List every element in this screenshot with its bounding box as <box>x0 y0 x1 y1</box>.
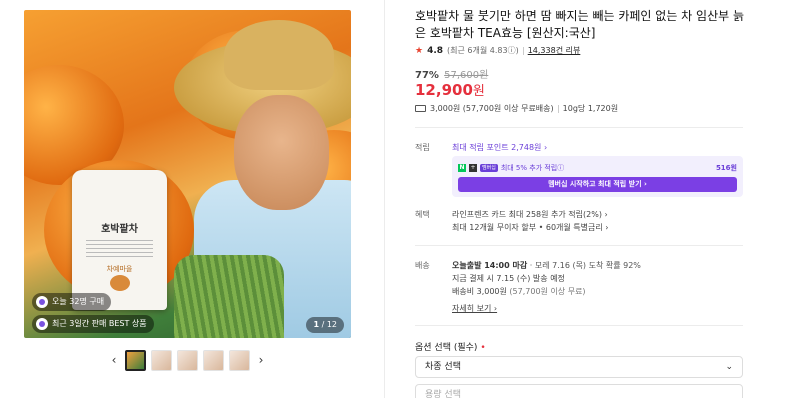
section-divider <box>415 325 743 326</box>
rating-recent[interactable]: (최근 6개월 4.83ⓘ) <box>447 45 519 56</box>
today-dispatch-cutoff: 오늘출발 14:00 마감 <box>452 261 528 270</box>
image-counter-current: 1 <box>313 320 320 329</box>
vertical-divider <box>384 0 385 398</box>
npay-amount: 516원 <box>715 164 737 172</box>
image-counter-total: / 12 <box>321 320 337 329</box>
installment-benefit-link[interactable]: 최대 12개월 무이자 할부 • 60개월 특별금리 › <box>452 222 608 233</box>
tea-pouch: 호박팥차 차예마을 <box>72 170 167 310</box>
sale-price-unit: 원 <box>472 84 485 99</box>
rating-score: 4.8 <box>427 45 444 56</box>
product-title: 호박팥차 물 붓기만 하면 땀 빠지는 빼는 카페인 없는 차 임산부 늙은 호… <box>415 9 745 40</box>
rating-separator <box>522 46 524 55</box>
star-icon: ★ <box>415 45 424 56</box>
chevron-right-icon[interactable]: › <box>255 353 267 367</box>
rating-row: ★ 4.8 (최근 6개월 4.83ⓘ) 14,338건 리뷰 <box>415 45 580 56</box>
dispatch-schedule: 지금 결제 시 7.15 (수) 발송 예정 <box>452 274 565 283</box>
section-divider <box>415 245 743 246</box>
pouch-illustration <box>110 275 130 291</box>
sale-price-value: 12,900 <box>415 81 473 99</box>
points-label: 적립 <box>415 143 430 152</box>
tea-type-select-label: 차종 선택 <box>425 362 461 372</box>
product-page: 호박팥차 차예마을 오늘 32명 구매 최근 3일간 판매 BEST 상품 1 … <box>0 0 800 398</box>
thumbnail-strip: ‹ › <box>108 347 267 373</box>
truck-icon <box>415 105 426 112</box>
delivery-fee-value: 배송비 3,000원 <box>452 287 507 296</box>
npay-extra-points: 최대 5% 추가 적립ⓘ <box>500 164 565 172</box>
shipping-summary: 3,000원 (57,700원 이상 무료배송) 10g당 1,720원 <box>415 103 618 114</box>
tea-type-select[interactable]: 차종 선택 ⌄ <box>415 356 743 378</box>
pouch-text-lines <box>86 240 153 258</box>
shipping-fee: 3,000원 (57,700원 이상 무료배송) <box>430 104 554 113</box>
best-seller-badge: 최근 3일간 판매 BEST 상품 <box>32 315 154 333</box>
options-title-text: 옵션 선택 (필수) <box>415 343 478 353</box>
chevron-left-icon[interactable]: ‹ <box>108 353 120 367</box>
max-points-link[interactable]: 최대 적립 포인트 2,748원 › <box>452 142 547 153</box>
best-icon <box>36 318 48 330</box>
image-counter: 1 / 12 <box>306 317 344 333</box>
purchase-count-text: 오늘 32명 구매 <box>52 297 105 306</box>
delivery-fee: 배송비 3,000원 (57,700원 이상 무료) <box>452 286 586 297</box>
sale-price: 12,900원 <box>415 80 485 99</box>
product-main-image[interactable]: 호박팥차 차예마을 오늘 32명 구매 최근 3일간 판매 BEST 상품 1 … <box>24 10 351 338</box>
size-select[interactable]: 용량 선택 <box>415 384 743 398</box>
options-title: 옵션 선택 (필수) • <box>415 340 486 353</box>
green-stalks <box>174 255 284 338</box>
membership-tag: 멤버십 <box>480 164 498 172</box>
chevron-down-icon: ⌄ <box>725 362 733 372</box>
required-mark: • <box>480 343 486 353</box>
thumbnail-3[interactable] <box>177 349 198 371</box>
purchase-count-badge: 오늘 32명 구매 <box>32 293 112 311</box>
npay-membership-box: N + 멤버십 최대 5% 추가 적립ⓘ 516원 멤버십 시작하고 최대 적립… <box>452 156 743 197</box>
npay-row: N + 멤버십 최대 5% 추가 적립ⓘ 516원 <box>458 162 737 174</box>
thumbnail-2[interactable] <box>151 349 172 371</box>
thumbnail-4[interactable] <box>203 349 224 371</box>
size-select-label: 용량 선택 <box>425 390 461 398</box>
plus-icon: + <box>469 164 477 172</box>
pouch-brand: 차예마을 <box>106 265 133 273</box>
discount-row: 77% 57,600원 <box>415 66 488 81</box>
delivery-fee-note: (57,700원 이상 무료) <box>506 287 586 296</box>
card-benefit-link[interactable]: 라인프렌즈 카드 최대 258원 추가 적립(2%) › <box>452 209 608 220</box>
unit-price: 10g당 1,720원 <box>562 104 619 113</box>
membership-start-button[interactable]: 멤버십 시작하고 최대 적립 받기 › <box>458 177 737 192</box>
benefit-label: 혜택 <box>415 210 430 219</box>
thumbnail-1[interactable] <box>125 349 146 371</box>
delivery-details-link[interactable]: 자세히 보기 › <box>452 303 497 314</box>
farmer-face <box>234 95 329 210</box>
delivery-label: 배송 <box>415 261 430 270</box>
shipping-separator <box>557 104 559 113</box>
straw-hat-top <box>224 20 334 90</box>
best-seller-text: 최근 3일간 판매 BEST 상품 <box>52 319 147 328</box>
review-count-link[interactable]: 14,338건 리뷰 <box>528 45 581 56</box>
thumbnail-5[interactable] <box>229 349 250 371</box>
npay-logo-icon: N <box>458 164 466 172</box>
pouch-title: 호박팥차 <box>101 224 138 235</box>
arrival-estimate: · 모레 7.16 (목) 도착 확률 92% <box>527 261 641 270</box>
purchase-icon <box>36 296 48 308</box>
delivery-today: 오늘출발 14:00 마감 · 모레 7.16 (목) 도착 확률 92% <box>452 260 641 271</box>
section-divider <box>415 127 743 128</box>
